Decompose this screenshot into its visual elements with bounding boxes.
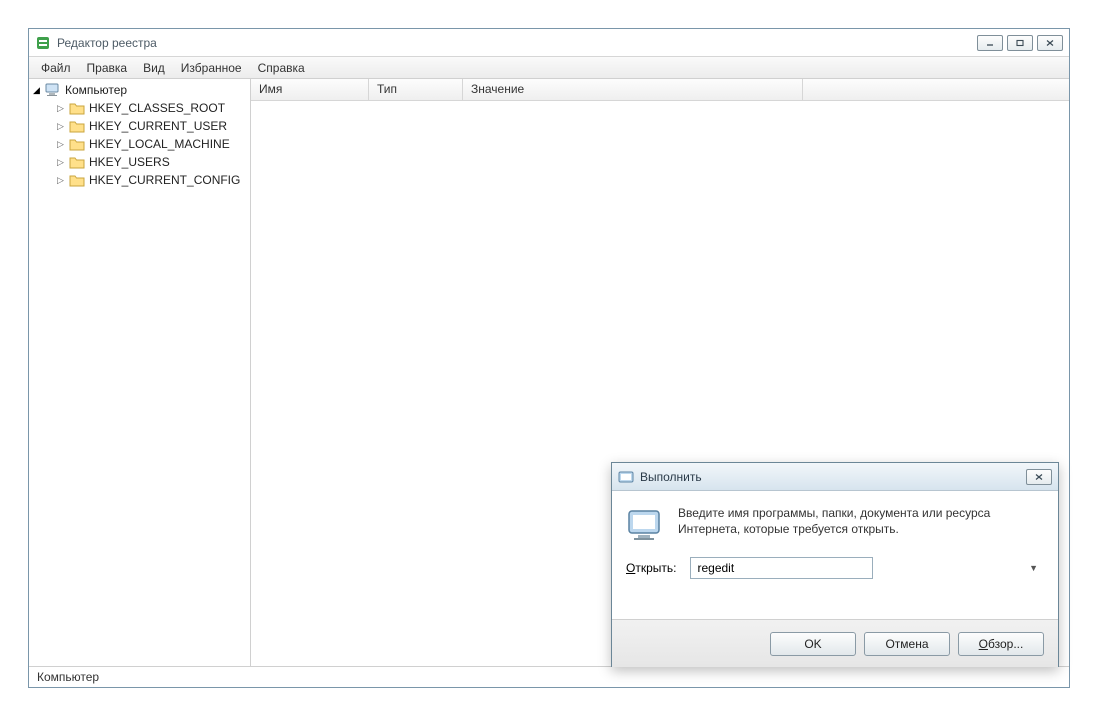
- statusbar: Компьютер: [29, 667, 1069, 687]
- column-value[interactable]: Значение: [463, 79, 803, 100]
- dropdown-caret-icon[interactable]: ▼: [1029, 563, 1038, 573]
- folder-icon: [69, 155, 85, 169]
- expand-icon[interactable]: ◢: [33, 85, 43, 96]
- column-name[interactable]: Имя: [251, 79, 369, 100]
- regedit-icon: [35, 35, 51, 51]
- tree-item-label: HKEY_CURRENT_USER: [89, 119, 227, 133]
- list-header: Имя Тип Значение: [251, 79, 1069, 101]
- window-title: Редактор реестра: [57, 36, 977, 50]
- column-type[interactable]: Тип: [369, 79, 463, 100]
- registry-tree[interactable]: ◢ Компьютер ▷ HKEY_CLASSES_ROOT ▷ HKEY_C…: [29, 79, 251, 666]
- run-dialog-title: Выполнить: [640, 470, 702, 484]
- expand-icon[interactable]: ▷: [57, 175, 67, 186]
- tree-item-label: HKEY_USERS: [89, 155, 170, 169]
- tree-item[interactable]: ▷ HKEY_LOCAL_MACHINE: [29, 135, 250, 153]
- computer-icon: [45, 83, 61, 97]
- close-button[interactable]: [1037, 35, 1063, 51]
- menu-file[interactable]: Файл: [33, 59, 79, 77]
- expand-icon[interactable]: ▷: [57, 157, 67, 168]
- run-icon: [618, 469, 634, 485]
- folder-icon: [69, 173, 85, 187]
- menu-view[interactable]: Вид: [135, 59, 173, 77]
- menu-help[interactable]: Справка: [250, 59, 313, 77]
- cancel-button[interactable]: Отмена: [864, 632, 950, 656]
- tree-item[interactable]: ▷ HKEY_CLASSES_ROOT: [29, 99, 250, 117]
- tree-item-label: HKEY_LOCAL_MACHINE: [89, 137, 230, 151]
- expand-icon[interactable]: ▷: [57, 139, 67, 150]
- menu-favorites[interactable]: Избранное: [173, 59, 250, 77]
- status-text: Компьютер: [37, 670, 99, 684]
- folder-icon: [69, 101, 85, 115]
- run-command-input[interactable]: [690, 557, 873, 579]
- tree-root-label: Компьютер: [65, 83, 127, 97]
- tree-root-row[interactable]: ◢ Компьютер: [29, 81, 250, 99]
- menubar: Файл Правка Вид Избранное Справка: [29, 57, 1069, 79]
- folder-icon: [69, 137, 85, 151]
- tree-item[interactable]: ▷ HKEY_CURRENT_CONFIG: [29, 171, 250, 189]
- run-dialog-body: Введите имя программы, папки, документа …: [612, 491, 1058, 619]
- run-dialog-titlebar[interactable]: Выполнить: [612, 463, 1058, 491]
- minimize-button[interactable]: [977, 35, 1003, 51]
- expand-icon[interactable]: ▷: [57, 121, 67, 132]
- run-button-row: OK Отмена Обзор...: [612, 619, 1058, 667]
- run-dialog: Выполнить Введите имя программы, папки, …: [611, 462, 1059, 667]
- run-description: Введите имя программы, папки, документа …: [678, 505, 1044, 537]
- tree-item-label: HKEY_CURRENT_CONFIG: [89, 173, 240, 187]
- ok-button[interactable]: OK: [770, 632, 856, 656]
- tree-item-label: HKEY_CLASSES_ROOT: [89, 101, 225, 115]
- titlebar[interactable]: Редактор реестра: [29, 29, 1069, 57]
- folder-icon: [69, 119, 85, 133]
- run-close-button[interactable]: [1026, 469, 1052, 485]
- column-spacer: [803, 79, 1069, 100]
- tree-item[interactable]: ▷ HKEY_CURRENT_USER: [29, 117, 250, 135]
- menu-edit[interactable]: Правка: [79, 59, 136, 77]
- run-program-icon: [626, 507, 666, 543]
- run-open-label: Открыть:: [626, 561, 676, 575]
- expand-icon[interactable]: ▷: [57, 103, 67, 114]
- maximize-button[interactable]: [1007, 35, 1033, 51]
- browse-button[interactable]: Обзор...: [958, 632, 1044, 656]
- tree-item[interactable]: ▷ HKEY_USERS: [29, 153, 250, 171]
